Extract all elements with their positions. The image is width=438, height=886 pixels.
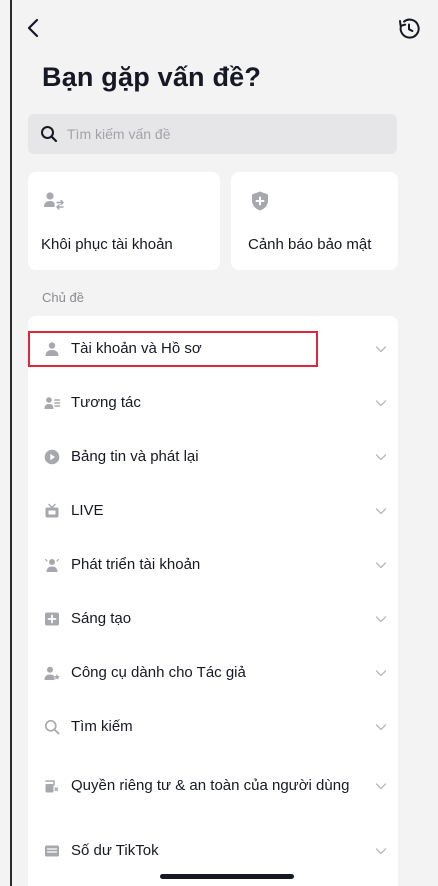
chevron-down-icon	[375, 848, 387, 855]
back-button[interactable]	[22, 16, 46, 40]
search-bar[interactable]	[28, 114, 397, 154]
topic-search[interactable]: Tìm kiếm	[28, 700, 398, 754]
person-growth-icon	[44, 558, 60, 572]
topic-label: Công cụ dành cho Tác giả	[71, 664, 246, 681]
people-icon	[44, 397, 60, 409]
topic-label: Phát triển tài khoản	[71, 556, 201, 573]
topic-account-growth[interactable]: Phát triển tài khoản	[28, 538, 398, 592]
user-swap-icon	[44, 192, 64, 210]
play-circle-icon	[44, 449, 60, 465]
search-icon	[45, 720, 60, 735]
help-center-screen: Bạn gặp vấn đề? Khôi phục tài khoản Cảnh…	[10, 0, 428, 886]
search-input[interactable]	[67, 126, 367, 142]
section-label: Chủ đề	[42, 290, 84, 305]
creator-tools-icon	[44, 666, 60, 680]
topic-label: Số dư TikTok	[71, 842, 159, 859]
clock-history-icon	[399, 18, 420, 39]
chevron-down-icon	[375, 616, 387, 623]
live-tv-icon	[45, 503, 59, 518]
top-bar	[12, 14, 428, 44]
page-title: Bạn gặp vấn đề?	[42, 62, 262, 92]
topic-creation[interactable]: Sáng tạo	[28, 592, 398, 646]
chevron-down-icon	[375, 562, 387, 569]
topic-account-profile[interactable]: Tài khoản và Hồ sơ	[28, 322, 398, 376]
account-recovery-label: Khôi phục tài khoản	[41, 236, 173, 253]
security-alert-card[interactable]: Cảnh báo bảo mật	[231, 172, 398, 270]
topics-list: Tài khoản và Hồ sơ Tương tác Bảng tin và…	[28, 316, 398, 886]
shield-plus-icon	[252, 191, 268, 211]
chevron-down-icon	[375, 724, 387, 731]
topic-label: LIVE	[71, 502, 104, 519]
topic-label: Tài khoản và Hồ sơ	[71, 340, 202, 357]
security-alert-label: Cảnh báo bảo mật	[248, 236, 372, 253]
topic-feed-playback[interactable]: Bảng tin và phát lại	[28, 430, 398, 484]
chevron-left-icon	[27, 18, 39, 38]
history-button[interactable]	[396, 16, 422, 42]
topic-tiktok-balance[interactable]: Số dư TikTok	[28, 824, 398, 878]
chevron-down-icon	[375, 670, 387, 677]
topic-label: Sáng tạo	[71, 610, 132, 627]
home-indicator	[160, 874, 294, 879]
search-icon	[41, 126, 58, 143]
privacy-icon	[45, 780, 59, 793]
topic-label: Tương tác	[71, 394, 141, 411]
chevron-down-icon	[375, 454, 387, 461]
person-icon	[45, 342, 59, 356]
chevron-down-icon	[375, 508, 387, 515]
quick-cards: Khôi phục tài khoản Cảnh báo bảo mật	[28, 172, 398, 270]
chevron-down-icon	[375, 400, 387, 407]
chevron-down-icon	[375, 346, 387, 353]
chevron-down-icon	[375, 783, 387, 790]
topic-label: Quyền riêng tư & an toàn của người dùng	[71, 777, 350, 794]
account-recovery-card[interactable]: Khôi phục tài khoản	[28, 172, 220, 270]
topic-label: Bảng tin và phát lại	[71, 448, 199, 465]
create-plus-icon	[45, 612, 59, 626]
topic-live[interactable]: LIVE	[28, 484, 398, 538]
topic-privacy-safety[interactable]: Quyền riêng tư & an toàn của người dùng	[28, 754, 398, 818]
topic-label: Tìm kiếm	[71, 718, 133, 735]
topic-interaction[interactable]: Tương tác	[28, 376, 398, 430]
wallet-icon	[45, 845, 59, 857]
topic-creator-tools[interactable]: Công cụ dành cho Tác giả	[28, 646, 398, 700]
